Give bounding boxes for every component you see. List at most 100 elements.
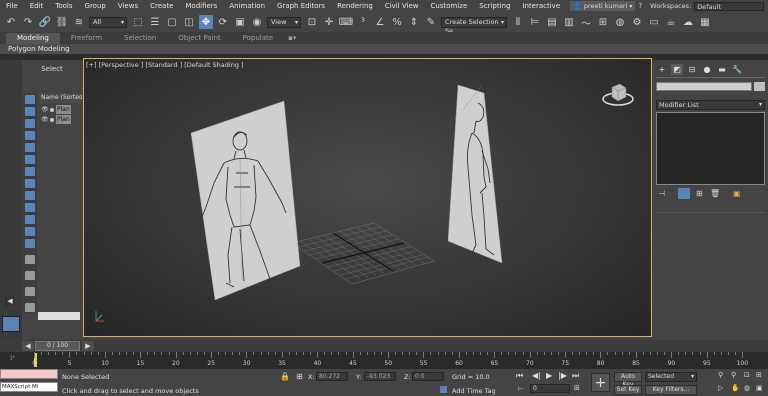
hierarchy-tab-icon[interactable]: ⊟	[686, 64, 698, 75]
render-dot-icon[interactable]	[50, 117, 54, 122]
perspective-viewport[interactable]: [+] [Perspective ] [Standard ] [Default …	[83, 58, 652, 337]
selection-filter-dropdown[interactable]: All	[89, 16, 127, 28]
tab-freeform[interactable]: Freeform	[60, 33, 113, 44]
show-end-result-icon[interactable]	[678, 188, 690, 199]
mini-curve-editor-icon[interactable]: ⟟⁴	[10, 355, 15, 363]
menu-interactive[interactable]: Interactive	[516, 2, 566, 10]
viewcube-icon[interactable]	[601, 79, 635, 109]
add-time-tag[interactable]: Add Time Tag	[452, 387, 496, 395]
select-and-scale-icon[interactable]: ▣	[233, 15, 247, 29]
maxscript-listener-top[interactable]	[0, 369, 58, 379]
menu-file[interactable]: File	[0, 2, 24, 10]
layer-explorer-icon[interactable]: ▤	[545, 15, 559, 29]
xrefs-filter-icon[interactable]	[25, 203, 35, 212]
time-slider[interactable]: ◀ 0 / 100 ▶	[0, 340, 768, 352]
absolute-mode-icon[interactable]: ⊞	[296, 372, 303, 381]
zoom-extents-icon[interactable]: ⊡	[744, 371, 750, 379]
utilities-tab-icon[interactable]: 🔧	[731, 64, 743, 75]
menu-group[interactable]: Group	[79, 2, 112, 10]
auto-key-button[interactable]: Auto Key	[614, 372, 642, 388]
material-editor-icon[interactable]: ◍	[613, 15, 627, 29]
menu-customize[interactable]: Customize	[425, 2, 474, 10]
object-color-swatch[interactable]	[754, 82, 765, 91]
key-filters-button[interactable]: Key Filters...	[645, 385, 697, 395]
orbit-icon[interactable]: ◍	[744, 384, 750, 392]
eye-icon[interactable]: 👁	[41, 105, 49, 114]
modifier-list-dropdown[interactable]: Modifier List	[656, 100, 765, 110]
list-item[interactable]: 👁 Plan	[39, 105, 82, 114]
tab-object-paint[interactable]: Object Paint	[167, 33, 231, 44]
time-tag-icon[interactable]	[440, 386, 447, 393]
percent-snap-icon[interactable]: %	[390, 15, 404, 29]
align-icon[interactable]: ⊨	[528, 15, 542, 29]
isolate-selection-icon[interactable]: 🔒	[280, 372, 290, 381]
angle-snap-icon[interactable]: ∠	[373, 15, 387, 29]
invert-filter-icon[interactable]	[25, 287, 35, 296]
geometry-filter-icon[interactable]	[25, 119, 35, 128]
pin-stack-icon[interactable]: ⊣	[658, 189, 665, 198]
render-setup-icon[interactable]: ⚙	[630, 15, 644, 29]
help-icon[interactable]: ?	[638, 2, 642, 10]
helpers-filter-icon[interactable]	[25, 167, 35, 176]
lights-filter-icon[interactable]	[25, 143, 35, 152]
edit-named-selection-icon[interactable]: ✎	[424, 15, 438, 29]
render-production-icon[interactable]: ☕	[664, 15, 678, 29]
display-none-icon[interactable]	[25, 95, 35, 104]
keyboard-shortcut-icon[interactable]: ⌨	[339, 15, 353, 29]
render-in-cloud-icon[interactable]: ☁	[681, 15, 695, 29]
set-key-button[interactable]: Set Key	[614, 385, 642, 395]
time-slider-handle[interactable]: 0 / 100	[35, 341, 80, 351]
time-next-icon[interactable]: ▶	[82, 341, 94, 351]
set-key-big-icon[interactable]: +	[591, 373, 610, 392]
explorer-scrollbar[interactable]	[38, 312, 80, 320]
list-item[interactable]: 👁 Plan	[39, 115, 82, 124]
viewport-layout-icon[interactable]	[2, 316, 20, 332]
x-coordinate-field[interactable]: 80.272	[316, 372, 348, 381]
object-name-field[interactable]	[656, 82, 752, 91]
space-warps-filter-icon[interactable]	[25, 179, 35, 188]
display-all-icon[interactable]	[25, 107, 35, 116]
groups-filter-icon[interactable]	[25, 191, 35, 200]
bones-filter-icon[interactable]	[25, 215, 35, 224]
select-object-icon[interactable]: ⬚	[131, 15, 145, 29]
tab-populate[interactable]: Populate	[232, 33, 284, 44]
field-of-view-icon[interactable]: ▷	[718, 384, 723, 392]
maxscript-listener[interactable]: MAXScript Mi	[0, 382, 58, 392]
workspace-select[interactable]: Default	[694, 1, 765, 11]
hidden-filter-icon[interactable]	[25, 255, 35, 264]
menu-edit[interactable]: Edit	[24, 2, 50, 10]
redo-icon[interactable]: ↷	[21, 15, 35, 29]
select-by-name-icon[interactable]: ☰	[148, 15, 162, 29]
maximize-viewport-icon[interactable]: ▣	[756, 384, 763, 392]
window-crossing-icon[interactable]: ◫	[182, 15, 196, 29]
select-button[interactable]: Select	[22, 60, 82, 78]
previous-frame-icon[interactable]: ◀|	[532, 371, 541, 380]
curve-editor-icon[interactable]: 〜	[579, 15, 593, 30]
manipulate-icon[interactable]: ✛	[322, 15, 336, 29]
reference-coordinate-dropdown[interactable]: View	[267, 16, 301, 28]
play-icon[interactable]: ▶	[546, 371, 552, 380]
rectangular-selection-icon[interactable]: ▢	[165, 15, 179, 29]
rendered-frame-window-icon[interactable]: ▭	[647, 15, 661, 29]
zoom-extents-all-icon[interactable]: ⊞	[756, 371, 762, 379]
remove-modifier-icon[interactable]: 🗑	[710, 189, 720, 198]
a360-gallery-icon[interactable]: ▦	[698, 15, 712, 29]
funnel-filter-icon[interactable]	[25, 303, 35, 312]
spinner-snap-icon[interactable]: ⇕	[407, 15, 421, 29]
key-mode-icon[interactable]: ⊢	[518, 385, 524, 393]
display-tab-icon[interactable]: ▬	[716, 64, 728, 75]
shapes-filter-icon[interactable]	[25, 131, 35, 140]
panel-collapse-icon[interactable]: ◀	[5, 296, 15, 306]
settings-filter-icon[interactable]	[25, 271, 35, 280]
track-bar[interactable]: ⟟⁴ 0 5 10 15 20 25 30 35 40 45 50 55 60 65 70 75 80 85 90 9…	[0, 352, 768, 369]
pan-view-icon[interactable]: ✋	[731, 384, 740, 392]
select-and-rotate-icon[interactable]: ⟳	[216, 15, 230, 29]
undo-icon[interactable]: ↶	[4, 15, 18, 29]
z-coordinate-field[interactable]: 0.0	[412, 372, 444, 381]
eye-icon[interactable]: 👁	[41, 115, 49, 124]
tab-selection[interactable]: Selection	[113, 33, 167, 44]
menu-scripting[interactable]: Scripting	[473, 2, 516, 10]
cameras-filter-icon[interactable]	[25, 155, 35, 164]
pivot-center-icon[interactable]: ⊡	[305, 15, 319, 29]
zoom-all-icon[interactable]: ⚲	[731, 371, 736, 379]
